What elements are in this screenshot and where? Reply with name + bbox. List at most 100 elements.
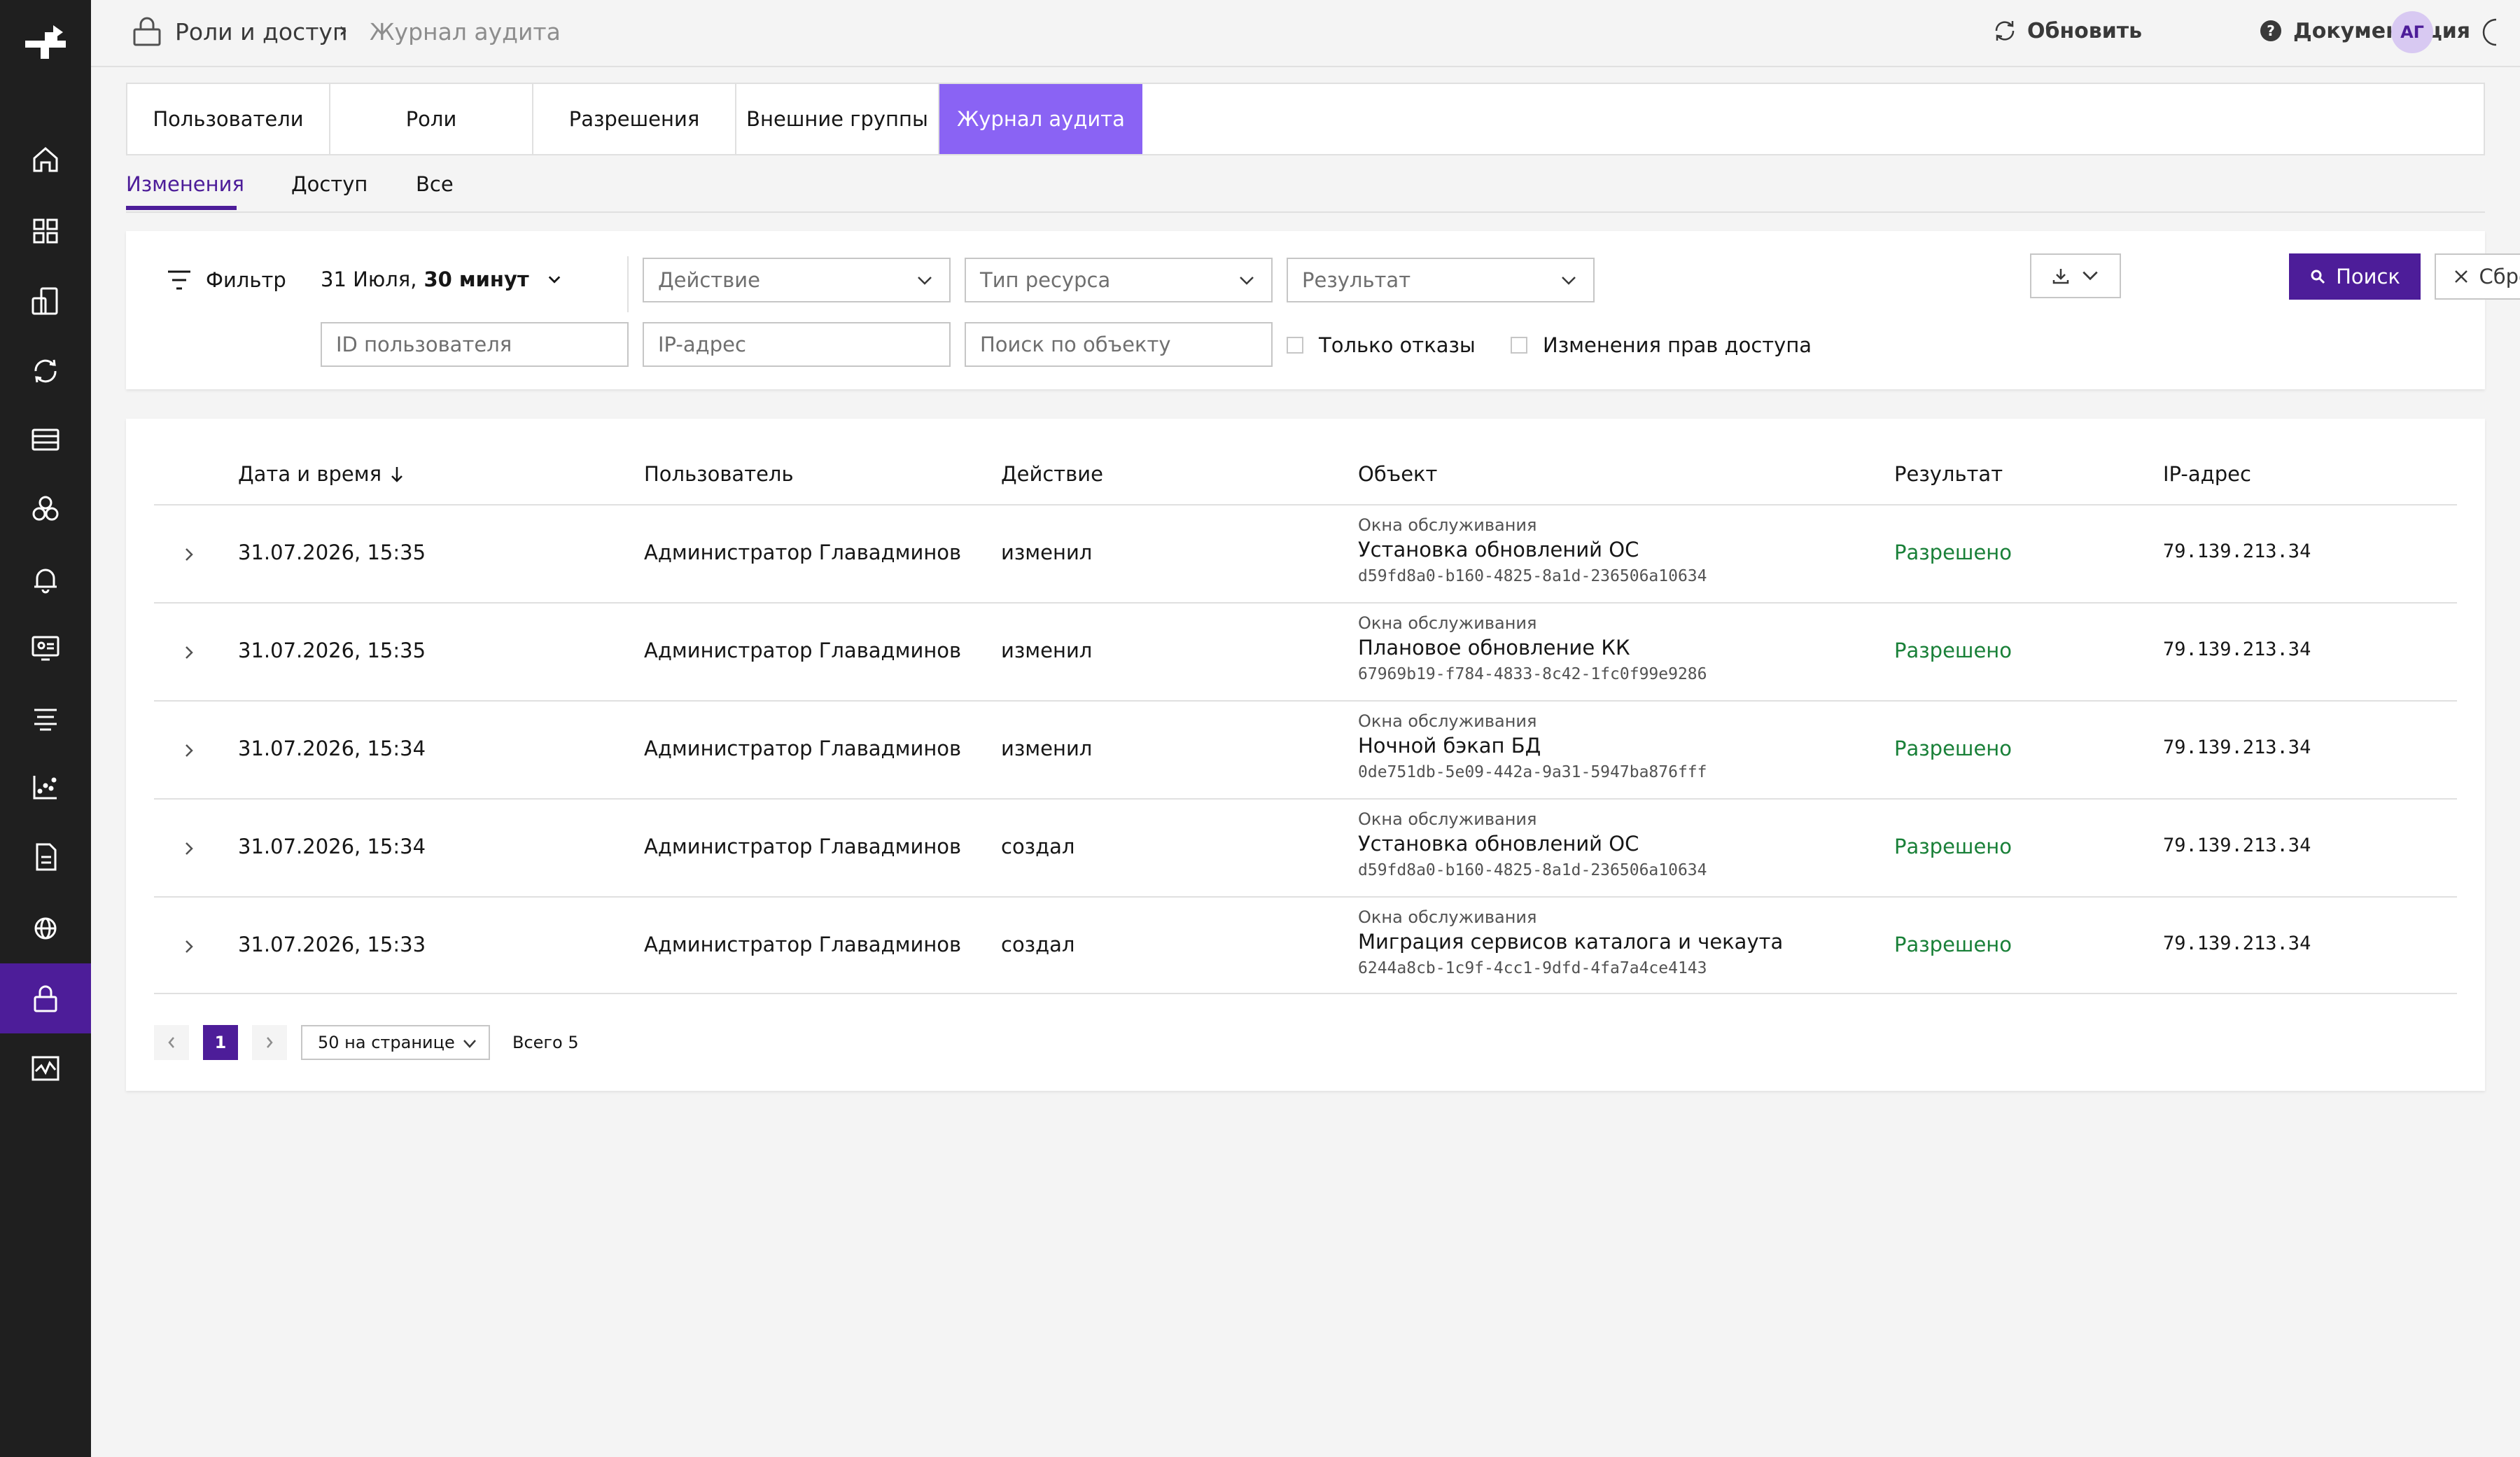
subtab-access[interactable]: Доступ: [291, 172, 368, 196]
column-header-label: Дата и время: [238, 462, 382, 486]
prev-page-button[interactable]: [154, 1025, 189, 1060]
download-icon: [2052, 269, 2069, 284]
logo-icon[interactable]: [21, 21, 70, 70]
close-icon: [2455, 270, 2468, 283]
documentation-label: Документация: [2293, 18, 2470, 43]
chevron-right-icon[interactable]: [183, 937, 195, 956]
lock-icon: [133, 17, 161, 46]
chevron-right-icon[interactable]: [183, 741, 195, 760]
nav-dashboard[interactable]: [0, 196, 91, 266]
page-size-select[interactable]: 50 на странице: [301, 1025, 490, 1060]
nav-alerts[interactable]: [0, 545, 91, 615]
search-icon: [2311, 270, 2325, 284]
subtab-all[interactable]: Все: [416, 172, 454, 196]
cell-object-type: Окна обслуживания: [1358, 711, 1537, 731]
resource-type-select[interactable]: Тип ресурса: [965, 258, 1273, 302]
avatar[interactable]: АГ: [2391, 11, 2433, 53]
documentation-button[interactable]: ? Документация: [2258, 18, 2470, 43]
filter-toggle[interactable]: Фильтр: [165, 267, 286, 293]
table-row[interactable]: 31.07.2026, 15:35 Администратор Главадми…: [154, 504, 2457, 602]
document-icon: [36, 843, 57, 871]
nav-stack[interactable]: [0, 683, 91, 753]
tab-roles[interactable]: Роли: [330, 84, 533, 154]
sync-icon: [34, 359, 57, 383]
date-prefix: 31 Июля,: [321, 267, 417, 291]
subtab-changes[interactable]: Изменения: [126, 172, 244, 196]
table-row[interactable]: 31.07.2026, 15:34 Администратор Главадми…: [154, 798, 2457, 896]
search-button-label: Поиск: [2336, 265, 2400, 288]
column-header-user[interactable]: Пользователь: [644, 462, 794, 486]
nav-analytics[interactable]: [0, 752, 91, 822]
tab-audit-log[interactable]: Журнал аудита: [939, 84, 1142, 154]
cell-ip: 79.139.213.34: [2163, 639, 2311, 660]
column-header-ip[interactable]: IP-адрес: [2163, 462, 2251, 486]
cell-result: Разрешено: [1894, 835, 2012, 858]
moon-icon[interactable]: [2478, 17, 2506, 48]
breadcrumb-separator: ›: [339, 18, 348, 43]
nav-home[interactable]: [0, 125, 91, 195]
breadcrumb-root[interactable]: Роли и доступ: [175, 18, 348, 46]
reset-button[interactable]: Сбросить: [2435, 253, 2520, 300]
column-header-result[interactable]: Результат: [1894, 462, 2003, 486]
result-select[interactable]: Результат: [1287, 258, 1595, 302]
nav-sync[interactable]: [0, 336, 91, 406]
nav-devices[interactable]: [0, 266, 91, 336]
chart-icon: [33, 776, 57, 800]
table-row[interactable]: 31.07.2026, 15:34 Администратор Главадми…: [154, 700, 2457, 798]
column-header-datetime[interactable]: Дата и время: [238, 462, 405, 486]
action-select[interactable]: Действие: [643, 258, 951, 302]
ip-address-input[interactable]: IP-адрес: [643, 322, 951, 367]
cell-object-id: 6244a8cb-1c9f-4cc1-9dfd-4fa7a4ce4143: [1358, 959, 1707, 977]
checkbox-box[interactable]: [1287, 337, 1303, 354]
checkbox-box[interactable]: [1511, 337, 1527, 354]
cell-object-name: Установка обновлений ОС: [1358, 832, 1639, 856]
cell-user: Администратор Главадминов: [644, 639, 962, 662]
nav-monitoring[interactable]: [0, 613, 91, 683]
cell-action: изменил: [1001, 639, 1093, 662]
chevron-left-icon: [168, 1037, 174, 1048]
audit-table: Дата и время Пользователь Действие Объек…: [126, 419, 2485, 1091]
nav-servers[interactable]: [0, 405, 91, 475]
cell-object-id: d59fd8a0-b160-4825-8a1d-236506a10634: [1358, 567, 1707, 585]
active-subtab-indicator: [126, 206, 237, 210]
table-row[interactable]: 31.07.2026, 15:35 Администратор Главадми…: [154, 602, 2457, 700]
cell-datetime: 31.07.2026, 15:33: [238, 933, 426, 956]
cell-user: Администратор Главадминов: [644, 933, 962, 956]
pagination: 1 50 на странице Всего 5: [154, 1025, 579, 1060]
cell-ip: 79.139.213.34: [2163, 737, 2311, 758]
audit-subtabs: Изменения Доступ Все: [126, 168, 2485, 213]
download-button[interactable]: [2030, 253, 2121, 298]
tab-permissions[interactable]: Разрешения: [533, 84, 736, 154]
user-id-input[interactable]: ID пользователя: [321, 322, 629, 367]
tab-external-groups[interactable]: Внешние группы: [736, 84, 939, 154]
nav-network[interactable]: [0, 893, 91, 963]
refresh-button[interactable]: Обновить: [1992, 18, 2142, 43]
chevron-right-icon[interactable]: [183, 545, 195, 564]
chevron-right-icon[interactable]: [183, 643, 195, 662]
cell-object-type: Окна обслуживания: [1358, 613, 1537, 633]
date-range-picker[interactable]: 31 Июля, 30 минут: [321, 267, 563, 291]
only-denials-checkbox[interactable]: Только отказы: [1287, 333, 1476, 357]
table-row[interactable]: 31.07.2026, 15:33 Администратор Главадми…: [154, 896, 2457, 994]
access-changes-checkbox[interactable]: Изменения прав доступа: [1511, 333, 1812, 357]
column-header-object[interactable]: Объект: [1358, 462, 1437, 486]
cell-user: Администратор Главадминов: [644, 835, 962, 858]
nav-roles-access[interactable]: [0, 963, 91, 1033]
page-number-button[interactable]: 1: [203, 1025, 238, 1060]
filter-label: Фильтр: [206, 268, 286, 292]
total-count: Всего 5: [512, 1033, 579, 1052]
chevron-right-icon[interactable]: [183, 839, 195, 858]
top-header: Роли и доступ › Журнал аудита Обновить ?…: [91, 0, 2520, 67]
object-search-input[interactable]: Поиск по объекту: [965, 322, 1273, 367]
next-page-button[interactable]: [252, 1025, 287, 1060]
chevron-right-icon: [267, 1037, 273, 1048]
cell-result: Разрешено: [1894, 737, 2012, 760]
help-icon: ?: [2260, 20, 2281, 41]
search-button[interactable]: Поиск: [2289, 253, 2421, 300]
column-header-action[interactable]: Действие: [1001, 462, 1103, 486]
tab-users[interactable]: Пользователи: [127, 84, 330, 154]
nav-documents[interactable]: [0, 822, 91, 892]
cell-user: Администратор Главадминов: [644, 541, 962, 564]
nav-activity[interactable]: [0, 1033, 91, 1103]
nav-clusters[interactable]: [0, 475, 91, 545]
